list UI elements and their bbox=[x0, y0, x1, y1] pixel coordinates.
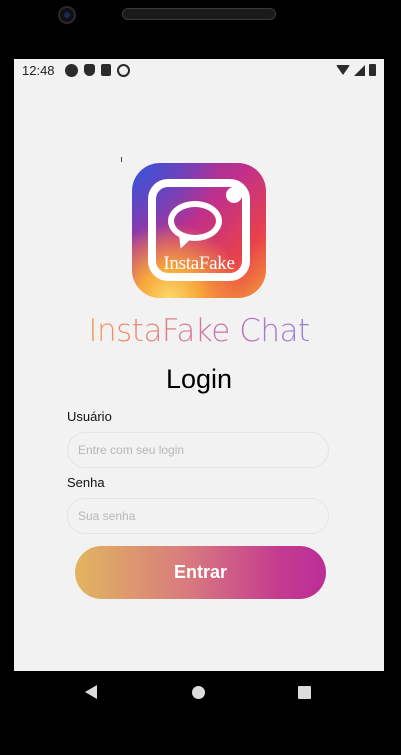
login-heading: Login bbox=[165, 364, 233, 394]
status-bar: 12:48 bbox=[14, 59, 384, 81]
shield-icon bbox=[83, 64, 95, 76]
app-screen: 12:48 InstaFake InstaFake Chat Login Usu… bbox=[14, 59, 384, 671]
sync-icon bbox=[116, 63, 130, 77]
front-camera bbox=[58, 6, 76, 24]
username-label: Usuário bbox=[67, 409, 112, 424]
earpiece-speaker bbox=[122, 8, 276, 20]
password-label: Senha bbox=[67, 475, 105, 490]
status-time: 12:48 bbox=[22, 62, 55, 78]
signal-icon bbox=[354, 64, 365, 76]
logo-text: InstaFake bbox=[163, 253, 235, 274]
app-logo: InstaFake bbox=[132, 163, 266, 298]
sd-card-icon bbox=[100, 64, 111, 76]
status-right-icons bbox=[336, 64, 376, 76]
navigation-bar bbox=[0, 671, 401, 755]
username-input[interactable] bbox=[67, 432, 329, 468]
battery-icon bbox=[369, 64, 376, 76]
android-icon bbox=[64, 63, 78, 77]
chat-bubble-icon bbox=[168, 201, 222, 241]
logo-camera-dot bbox=[226, 187, 242, 203]
home-icon[interactable] bbox=[192, 686, 205, 699]
back-icon[interactable] bbox=[85, 685, 97, 699]
app-title: InstaFake Chat bbox=[14, 313, 384, 349]
password-input[interactable] bbox=[67, 498, 329, 534]
stray-mark bbox=[121, 157, 122, 162]
wifi-icon bbox=[336, 65, 350, 75]
login-button[interactable]: Entrar bbox=[75, 546, 326, 599]
recents-icon[interactable] bbox=[298, 686, 311, 699]
